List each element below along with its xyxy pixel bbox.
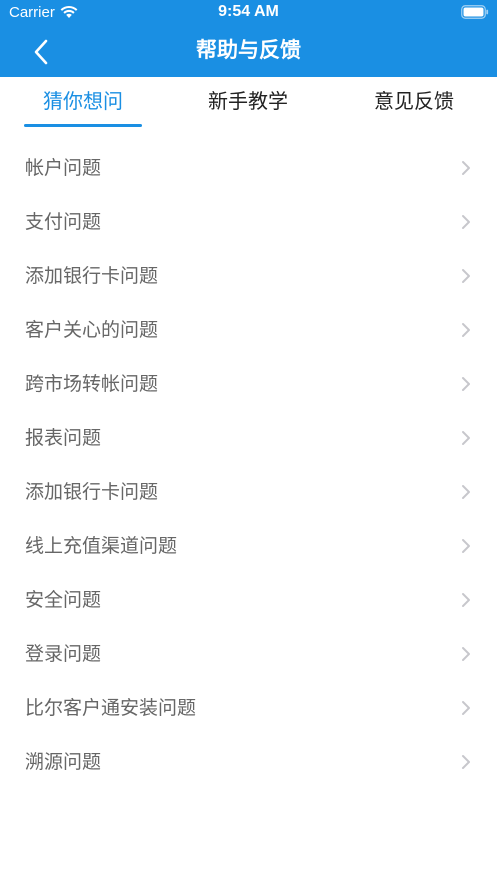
chevron-right-icon (462, 539, 470, 553)
list-item-label: 比尔客户通安装问题 (25, 697, 197, 719)
list-item-label: 登录问题 (25, 643, 102, 665)
faq-list: 帐户问题 支付问题 添加银行卡问题 客户关心的问题 跨市场转帐问题 报表问题 添… (0, 141, 497, 789)
tab-guess-questions[interactable]: 猜你想问 (18, 85, 148, 121)
chevron-right-icon (462, 431, 470, 445)
list-item-online-deposit[interactable]: 线上充值渠道问题 (0, 519, 497, 573)
chevron-right-icon (462, 269, 470, 283)
list-item-add-bank-card[interactable]: 添加银行卡问题 (0, 249, 497, 303)
list-item-payment[interactable]: 支付问题 (0, 195, 497, 249)
list-item-label: 报表问题 (25, 427, 102, 449)
list-item-add-bank-card-2[interactable]: 添加银行卡问题 (0, 465, 497, 519)
chevron-right-icon (462, 647, 470, 661)
list-item-label: 添加银行卡问题 (25, 481, 159, 503)
list-item-account[interactable]: 帐户问题 (0, 141, 497, 195)
chevron-right-icon (462, 161, 470, 175)
app-header: Carrier 9:54 AM 帮助与反馈 (0, 0, 497, 77)
tab-feedback[interactable]: 意见反馈 (349, 85, 479, 121)
chevron-right-icon (462, 377, 470, 391)
list-item-cross-market-transfer[interactable]: 跨市场转帐问题 (0, 357, 497, 411)
list-item-label: 跨市场转帐问题 (25, 373, 159, 395)
chevron-right-icon (462, 755, 470, 769)
battery-icon (461, 5, 489, 19)
list-item-label: 支付问题 (25, 211, 102, 233)
list-item-label: 溯源问题 (25, 751, 102, 773)
chevron-right-icon (462, 701, 470, 715)
list-item-label: 添加银行卡问题 (25, 265, 159, 287)
list-item-label: 安全问题 (25, 589, 102, 611)
active-tab-indicator (24, 124, 142, 127)
list-item-security[interactable]: 安全问题 (0, 573, 497, 627)
status-bar: Carrier 9:54 AM (0, 0, 497, 26)
list-item-traceability[interactable]: 溯源问题 (0, 735, 497, 789)
tab-bar: 猜你想问 新手教学 意见反馈 (0, 77, 497, 129)
chevron-right-icon (462, 215, 470, 229)
chevron-right-icon (462, 323, 470, 337)
list-item-customer-concerns[interactable]: 客户关心的问题 (0, 303, 497, 357)
page-title: 帮助与反馈 (196, 38, 301, 62)
list-item-label: 线上充值渠道问题 (25, 535, 178, 557)
chevron-right-icon (462, 593, 470, 607)
list-item-label: 帐户问题 (25, 157, 102, 179)
status-time: 9:54 AM (218, 3, 279, 20)
list-item-login[interactable]: 登录问题 (0, 627, 497, 681)
list-item-reports[interactable]: 报表问题 (0, 411, 497, 465)
list-item-client-install[interactable]: 比尔客户通安装问题 (0, 681, 497, 735)
tab-beginner-tutorial[interactable]: 新手教学 (183, 85, 313, 121)
chevron-right-icon (462, 485, 470, 499)
list-item-label: 客户关心的问题 (25, 319, 159, 341)
